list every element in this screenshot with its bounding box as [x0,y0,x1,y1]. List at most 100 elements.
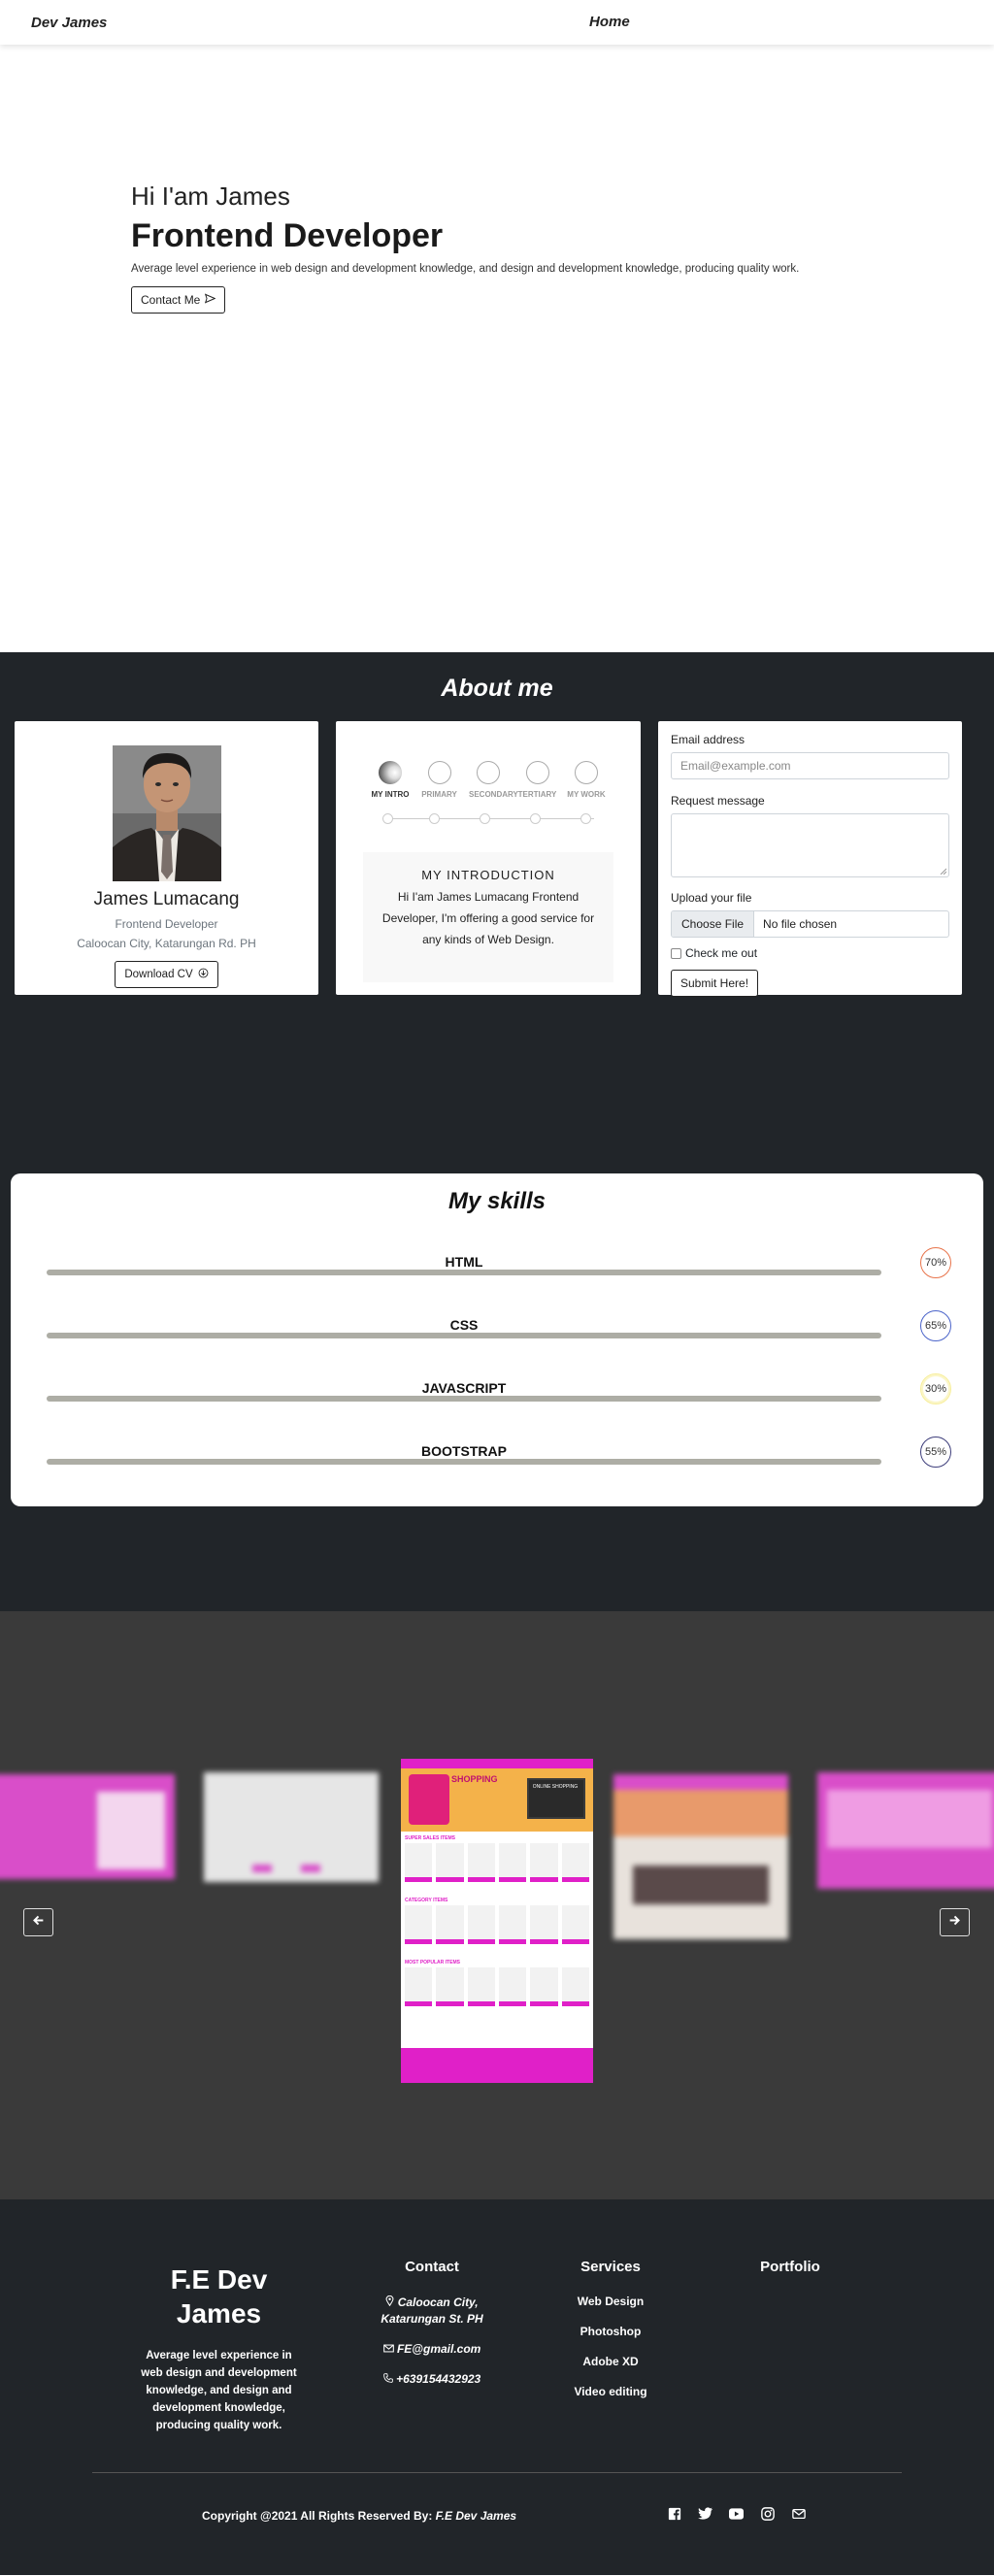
footer-phone[interactable]: +639154432923 [369,2371,495,2388]
carousel-next-button[interactable] [940,1908,970,1936]
step-dot[interactable] [530,813,541,824]
step-secondary[interactable]: SECONDARY [469,761,518,799]
checkbox-label: Check me out [685,946,758,960]
navbar: Dev James Home [0,0,994,45]
carousel-prev-button[interactable] [23,1908,53,1936]
social-links [667,2506,806,2521]
shop-banner-title: SHOPPING [451,1774,498,1784]
step-circle [427,761,451,784]
footer-divider [92,2472,902,2473]
about-section: About me James Lumacang Frontend Develop… [0,652,994,1611]
skill-name: HTML [445,1254,483,1270]
carousel-slide[interactable] [0,1774,175,1879]
mail-icon[interactable] [791,2506,806,2521]
facebook-icon[interactable] [667,2506,681,2521]
check-me-out[interactable]: Check me out [671,946,949,960]
skills-title: My skills [447,1188,547,1214]
skill-name: JAVASCRIPT [421,1380,507,1396]
skill-bar [47,1333,881,1338]
footer: F.E Dev James Average level experience i… [0,2199,994,2575]
footer-contact-title: Contact [405,2259,459,2275]
step-circle [525,761,549,784]
hero-role: Frontend Developer [131,217,444,254]
intro-text: Hi I'am James Lumacang Frontend Develope… [381,890,595,946]
profile-title: Frontend Developer [115,917,218,931]
hero-section: Hi I'am James Frontend Developer Average… [0,45,994,652]
file-input[interactable]: Choose File No file chosen [671,910,949,938]
skill-percent-badge: 65% [920,1310,951,1341]
step-dot[interactable] [382,813,393,824]
copyright: Copyright @2021 All Rights Reserved By: … [202,2509,516,2523]
contact-form-card: Email address Email@example.com Request … [658,721,962,997]
upload-label: Upload your file [671,891,752,905]
submit-button[interactable]: Submit Here! [671,970,759,997]
footer-phone-text: +639154432923 [396,2372,481,2386]
intro-box: MY INTRODUCTION Hi I'am James Lumacang F… [363,852,613,982]
footer-address: Caloocan City, Katarungan St. PH [369,2295,495,2328]
skill-css: CSS 65% [47,1310,951,1348]
carousel-active-slide[interactable]: SHOPPING ONLINE SHOPPING SUPER SALES ITE… [401,1759,593,2083]
footer-address-text: Caloocan City, Katarungan St. PH [381,2295,483,2326]
step-primary[interactable]: PRIMARY [420,761,459,799]
shop-promo-sign: ONLINE SHOPPING [532,1784,579,1790]
footer-services-col: Services Web Design Photoshop Adobe XD V… [553,2259,668,2398]
nav-link-home[interactable]: Home [589,14,630,30]
footer-service-item[interactable]: Photoshop [553,2325,668,2338]
profile-name: James Lumacang [93,889,240,909]
footer-services-title: Services [580,2259,641,2275]
step-label: SECONDARY [469,790,518,799]
download-icon [198,968,209,981]
step-my-work[interactable]: MY WORK [567,761,606,799]
footer-brand-col: F.E Dev James Average level experience i… [134,2262,304,2434]
message-label: Request message [671,794,765,808]
message-textarea[interactable] [671,813,949,877]
step-label: MY INTRO [371,790,410,799]
skill-percent-badge: 55% [920,1437,951,1468]
carousel-slide[interactable] [613,1774,788,1939]
intro-card: MY INTRO PRIMARY SECONDARY TERTIARY MY W… [336,721,641,995]
step-dot[interactable] [480,813,490,824]
email-label: Email address [671,733,746,746]
shop-section-title: CATEGORY ITEMS [405,1898,448,1903]
footer-email[interactable]: FE@gmail.com [369,2341,495,2358]
skill-percent-badge: 30% [920,1373,951,1404]
carousel-slide[interactable] [817,1772,994,1889]
download-cv-button[interactable]: Download CV [115,961,218,988]
skill-bar [47,1396,881,1402]
envelope-icon [382,2342,394,2356]
step-circle [379,761,402,784]
instagram-icon[interactable] [760,2506,775,2521]
footer-description: Average level experience in web design a… [141,2350,297,2431]
intro-title: MY INTRODUCTION [421,868,555,882]
email-input[interactable]: Email@example.com [671,752,949,779]
profile-photo [112,745,221,881]
footer-portfolio-col: Portfolio [733,2259,847,2275]
step-dot[interactable] [580,813,591,824]
checkbox[interactable] [671,947,681,959]
nav-brand[interactable]: Dev James [31,15,107,31]
footer-service-item[interactable]: Video editing [553,2385,668,2398]
footer-contact-col: Contact Caloocan City, Katarungan St. PH… [369,2259,495,2388]
portfolio-carousel: SHOPPING ONLINE SHOPPING SUPER SALES ITE… [0,1611,994,2199]
footer-brand: F.E Dev James [170,2264,268,2328]
step-dot[interactable] [429,813,440,824]
copyright-prefix: Copyright @2021 All Rights Reserved By: [202,2509,433,2523]
skill-name: BOOTSTRAP [421,1443,507,1459]
skill-name: CSS [449,1317,479,1333]
footer-portfolio-title[interactable]: Portfolio [733,2259,847,2275]
send-icon [205,293,216,307]
footer-service-item[interactable]: Web Design [553,2295,668,2308]
step-track [382,813,594,825]
twitter-icon[interactable] [698,2506,712,2521]
copyright-name: F.E Dev James [435,2509,517,2523]
step-tertiary[interactable]: TERTIARY [518,761,557,799]
choose-file-button[interactable]: Choose File [672,911,755,937]
carousel-slide[interactable] [204,1772,379,1882]
step-circle [575,761,598,784]
step-my-intro[interactable]: MY INTRO [371,761,410,799]
youtube-icon[interactable] [729,2506,744,2521]
skill-bootstrap: BOOTSTRAP 55% [47,1437,951,1474]
contact-me-button[interactable]: Contact Me [131,286,226,314]
footer-service-item[interactable]: Adobe XD [553,2355,668,2368]
arrow-left-icon [32,1914,45,1932]
